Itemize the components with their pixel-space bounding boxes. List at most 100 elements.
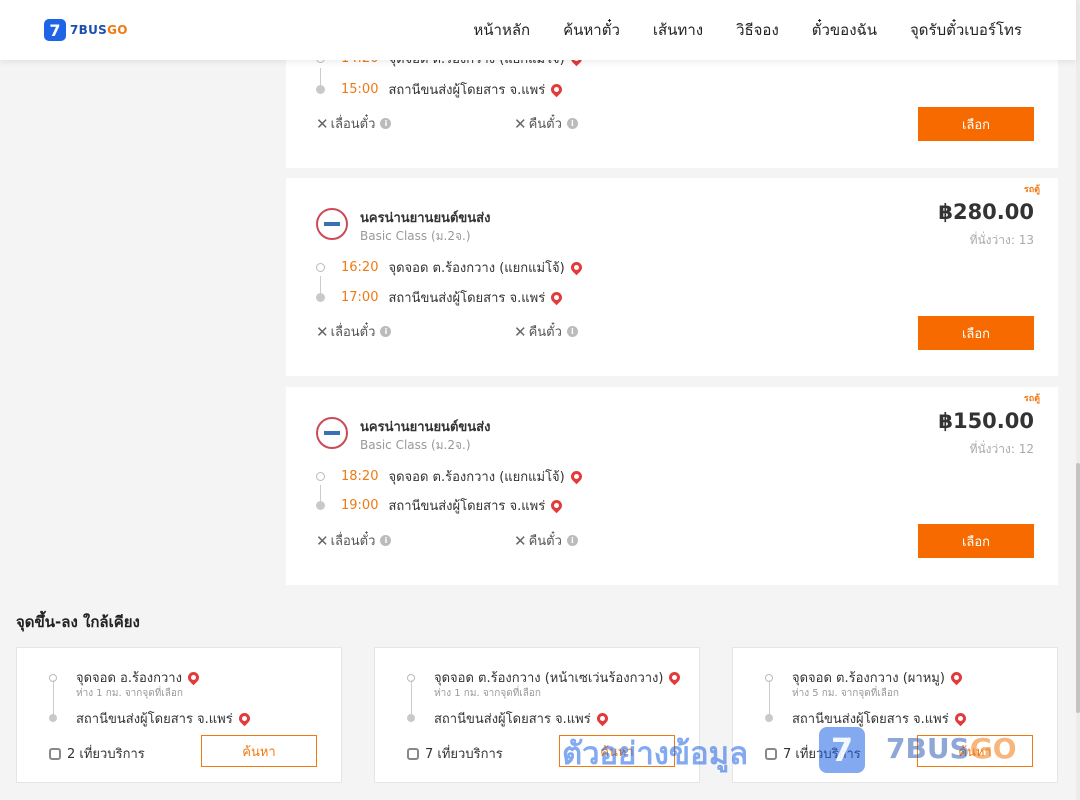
site-logo[interactable]: 7 7BUSGO: [44, 19, 128, 41]
departure-dot: [316, 262, 325, 272]
ticket-price: ฿280.00: [938, 200, 1034, 224]
map-pin-icon[interactable]: [236, 710, 253, 727]
refund-policy[interactable]: ✕ คืนตั๋ว i: [514, 113, 578, 134]
departure-dot: [316, 471, 325, 481]
map-pin-icon[interactable]: [568, 259, 585, 275]
arrival-name: สถานีขนส่งผู้โดยสาร จ.แพร่: [388, 290, 546, 306]
bus-icon: [765, 747, 777, 760]
map-pin-icon[interactable]: [594, 710, 611, 727]
map-pin-icon[interactable]: [667, 669, 683, 686]
nearby-from: จุดจอด อ.ร้องกวาง: [76, 667, 202, 688]
operator-name: นครน่านยานยนต์ขนส่ง: [360, 420, 491, 435]
bus-type-badge: รถตู้: [1023, 394, 1040, 404]
cross-icon: ✕: [514, 114, 527, 133]
map-pin-icon[interactable]: [952, 710, 969, 727]
refund-label: คืนตั๋ว: [528, 325, 562, 340]
route-line: [53, 680, 54, 716]
arrival-dot: [316, 500, 325, 510]
select-trip-button[interactable]: เลือก: [918, 524, 1034, 558]
departure-name: จุดจอด ต.ร้องกวาง (แยกแม่โจ้): [388, 469, 565, 485]
watermark-logo-mark: 7: [819, 727, 865, 773]
cross-icon: ✕: [316, 114, 329, 133]
info-icon[interactable]: i: [380, 326, 392, 337]
select-trip-button[interactable]: เลือก: [918, 107, 1034, 141]
arrival-name: สถานีขนส่งผู้โดยสาร จ.แพร่: [388, 82, 546, 98]
departure-stop: 18:20 จุดจอด ต.ร้องกวาง (แยกแม่โจ้): [316, 466, 585, 486]
nav-routes[interactable]: เส้นทาง: [653, 18, 703, 42]
route-line: [411, 680, 412, 716]
exchange-label: เลื่อนตั๋ว: [330, 534, 376, 549]
info-icon[interactable]: i: [566, 118, 578, 129]
nearby-card: จุดจอด อ.ร้องกวาง ห่าง 1 กม. จากจุดที่เล…: [16, 647, 342, 783]
arrival-name: สถานีขนส่งผู้โดยสาร จ.แพร่: [388, 498, 546, 514]
arrival-stop: 17:00 สถานีขนส่งผู้โดยสาร จ.แพร่: [316, 287, 565, 307]
map-pin-icon[interactable]: [548, 497, 565, 513]
nearby-to: สถานีขนส่งผู้โดยสาร จ.แพร่: [792, 708, 969, 729]
bus-icon: [407, 747, 419, 760]
refund-policy[interactable]: ✕ คืนตั๋ว i: [514, 321, 578, 342]
sample-data-watermark: ตัวอย่างข้อมูล: [562, 736, 749, 772]
nearby-to: สถานีขนส่งผู้โดยสาร จ.แพร่: [76, 708, 253, 729]
nearby-to: สถานีขนส่งผู้โดยสาร จ.แพร่: [434, 708, 611, 729]
refund-policy[interactable]: ✕ คืนตั๋ว i: [514, 530, 578, 551]
nearby-search-button[interactable]: ค้นหา: [201, 735, 317, 767]
info-icon[interactable]: i: [380, 535, 392, 546]
map-pin-icon[interactable]: [948, 669, 965, 686]
info-icon[interactable]: i: [566, 326, 578, 337]
info-icon[interactable]: i: [380, 118, 392, 129]
arrival-time: 19:00: [341, 497, 379, 513]
main-nav: หน้าหลัก ค้นหาตั๋ว เส้นทาง วิธีจอง ตั๋วข…: [440, 0, 1022, 60]
seats-available: ที่นั่งว่าง: 13: [969, 233, 1034, 247]
arrival-dot: [316, 84, 325, 94]
seats-available: ที่นั่งว่าง: 12: [969, 442, 1034, 456]
exchange-label: เลื่อนตั๋ว: [330, 117, 376, 132]
cross-icon: ✕: [514, 322, 527, 341]
logo-mark: 7: [44, 19, 66, 41]
nav-search-tickets[interactable]: ค้นหาตั๋ว: [563, 18, 620, 42]
watermark-brand: 7BUSGO: [886, 732, 1017, 765]
service-class: Basic Class (ม.2จ.): [360, 438, 471, 452]
refund-label: คืนตั๋ว: [528, 534, 562, 549]
select-trip-button[interactable]: เลือก: [918, 316, 1034, 350]
exchange-policy[interactable]: ✕ เลื่อนตั๋ว i: [316, 530, 392, 551]
cross-icon: ✕: [316, 531, 329, 550]
nav-how-to-book[interactable]: วิธีจอง: [736, 18, 779, 42]
service-class: Basic Class (ม.2จ.): [360, 229, 471, 243]
trip-count: 7 เที่ยวบริการ: [407, 743, 503, 764]
map-pin-icon[interactable]: [548, 289, 565, 305]
info-icon[interactable]: i: [566, 535, 578, 546]
to-dot: [49, 714, 57, 722]
nearby-distance: ห่าง 1 กม. จากจุดที่เลือก: [434, 688, 541, 699]
map-pin-icon[interactable]: [568, 468, 585, 484]
route-line: [769, 680, 770, 716]
departure-time: 16:20: [341, 259, 379, 275]
nav-ticket-pickup-phone[interactable]: จุดรับตั๋วเบอร์โทร: [910, 18, 1022, 42]
top-navbar: 7 7BUSGO หน้าหลัก ค้นหาตั๋ว เส้นทาง วิธี…: [0, 0, 1076, 60]
nearby-distance: ห่าง 1 กม. จากจุดที่เลือก: [76, 688, 183, 699]
map-pin-icon[interactable]: [185, 669, 202, 686]
cross-icon: ✕: [316, 322, 329, 341]
bus-icon: [49, 747, 61, 760]
map-pin-icon[interactable]: [548, 81, 565, 97]
trip-card: รถตู้ นครน่านยานยนต์ขนส่ง Basic Class (ม…: [286, 387, 1058, 585]
to-dot: [765, 714, 773, 722]
departure-time: 18:20: [341, 468, 379, 484]
exchange-policy[interactable]: ✕ เลื่อนตั๋ว i: [316, 321, 392, 342]
nearby-distance: ห่าง 5 กม. จากจุดที่เลือก: [792, 688, 899, 699]
arrival-dot: [316, 292, 325, 302]
operator-logo: [316, 417, 348, 449]
scroll-thumb[interactable]: [1076, 463, 1080, 713]
trip-count: 2 เที่ยวบริการ: [49, 743, 145, 764]
refund-label: คืนตั๋ว: [528, 117, 562, 132]
operator-name: นครน่านยานยนต์ขนส่ง: [360, 211, 491, 226]
nav-my-tickets[interactable]: ตั๋วของฉัน: [812, 18, 877, 42]
nav-home[interactable]: หน้าหลัก: [473, 18, 530, 42]
cross-icon: ✕: [514, 531, 527, 550]
arrival-stop: 19:00 สถานีขนส่งผู้โดยสาร จ.แพร่: [316, 495, 565, 515]
page-scrollbar[interactable]: [1076, 0, 1080, 800]
exchange-label: เลื่อนตั๋ว: [330, 325, 376, 340]
to-dot: [407, 714, 415, 722]
exchange-policy[interactable]: ✕ เลื่อนตั๋ว i: [316, 113, 392, 134]
arrival-time: 15:00: [341, 81, 379, 97]
arrival-stop: 15:00 สถานีขนส่งผู้โดยสาร จ.แพร่: [316, 79, 565, 99]
